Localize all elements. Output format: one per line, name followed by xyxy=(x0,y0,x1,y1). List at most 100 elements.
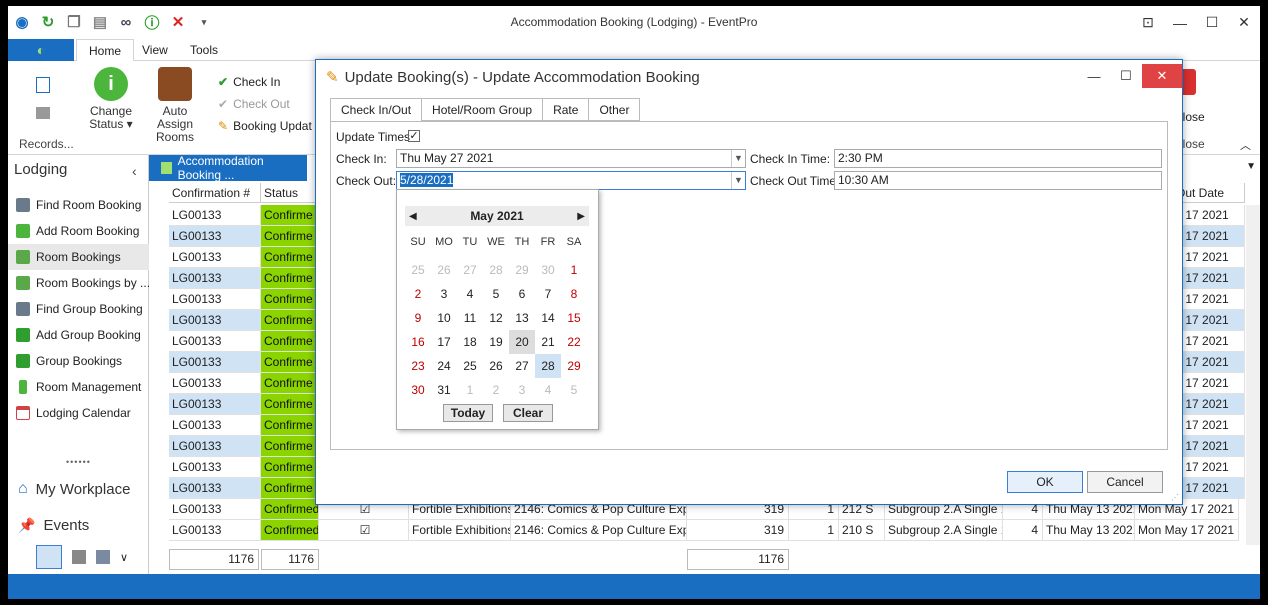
calendar-day[interactable]: 29 xyxy=(509,258,535,282)
calendar-day[interactable]: 22 xyxy=(561,330,587,354)
table-row[interactable]: LG00133 Confirme xyxy=(169,247,319,268)
check-in-time-field[interactable]: 2:30 PM xyxy=(834,149,1162,168)
table-row[interactable]: LG00133 Confirmed ☑ Fortible Exhibitions… xyxy=(169,520,1239,541)
table-row[interactable]: LG00133 Confirme xyxy=(169,457,319,478)
splitter-grip[interactable]: •••••• xyxy=(66,457,91,467)
calendar-day[interactable]: 15 xyxy=(561,306,587,330)
change-status-button[interactable]: i Change Status ▾ xyxy=(88,67,134,131)
checkbox-icon[interactable]: ☑ xyxy=(319,520,409,541)
tab-hotel-room-group[interactable]: Hotel/Room Group xyxy=(422,98,544,121)
check-in-button[interactable]: ✔ Check In xyxy=(218,75,280,89)
calendar-day[interactable]: 30 xyxy=(535,258,561,282)
calendar-day[interactable]: 27 xyxy=(509,354,535,378)
calendar-day[interactable]: 18 xyxy=(457,330,483,354)
check-in-date-field[interactable]: Thu May 27 2021 ▼ xyxy=(396,149,746,168)
table-row[interactable]: LG00133 Confirme xyxy=(169,331,319,352)
booking-update-button[interactable]: ✎ Booking Updat xyxy=(218,119,312,133)
header-confirmation[interactable]: Confirmation # xyxy=(169,183,261,203)
calendar-day[interactable]: 4 xyxy=(457,282,483,306)
chevron-down-icon[interactable]: ▼ xyxy=(731,172,745,189)
tab-list-dropdown-icon[interactable]: ▼ xyxy=(1246,161,1256,172)
update-times-checkbox[interactable]: ✓ xyxy=(408,130,420,142)
tab-home[interactable]: Home xyxy=(76,39,135,62)
file-tab[interactable]: ◐ xyxy=(8,39,74,61)
calendar-day[interactable]: 1 xyxy=(561,258,587,282)
calendar-day[interactable]: 24 xyxy=(431,354,457,378)
calendar-day[interactable]: 2 xyxy=(483,378,509,402)
calendar-day[interactable]: 3 xyxy=(509,378,535,402)
minimize-button[interactable]: — xyxy=(1164,6,1196,39)
prev-month-icon[interactable]: ◀ xyxy=(409,211,417,222)
records-icon[interactable] xyxy=(36,77,50,93)
table-row[interactable]: LG00133 Confirme xyxy=(169,394,319,415)
calendar-day[interactable]: 28 xyxy=(483,258,509,282)
table-row[interactable]: LG00133 Confirme xyxy=(169,373,319,394)
table-row[interactable]: LG00133 Confirme xyxy=(169,436,319,457)
dialog-close-button[interactable]: ✕ xyxy=(1142,64,1182,88)
sidebar-item-add-group-booking[interactable]: Add Group Booking xyxy=(8,322,149,348)
calendar-day[interactable]: 17 xyxy=(431,330,457,354)
calendar-day[interactable]: 9 xyxy=(405,306,431,330)
clear-button[interactable]: Clear xyxy=(503,404,553,422)
auto-assign-rooms-button[interactable]: Auto Assign Rooms xyxy=(144,67,206,144)
resize-grip-icon[interactable]: ⋰ xyxy=(1171,493,1179,502)
sidebar-item-room-management[interactable]: Room Management xyxy=(8,374,149,400)
collapse-ribbon-icon[interactable]: ︿ xyxy=(1240,137,1251,153)
calendar-day[interactable]: 21 xyxy=(535,330,561,354)
tab-check-in-out[interactable]: Check In/Out xyxy=(330,98,423,122)
calendar-day[interactable]: 31 xyxy=(431,378,457,402)
check-out-date-field[interactable]: 5/28/2021 ▼ xyxy=(396,171,746,190)
calendar-day[interactable]: 19 xyxy=(483,330,509,354)
sidebar-item-find-group-booking[interactable]: Find Group Booking xyxy=(8,296,149,322)
sidebar-item-find-room-booking[interactable]: Find Room Booking xyxy=(8,192,149,218)
restore-layout-icon[interactable]: ⊡ xyxy=(1132,6,1164,39)
sidebar-item-room-bookings[interactable]: Room Bookings xyxy=(8,244,149,270)
header-out-date[interactable]: Out Date xyxy=(1173,183,1245,203)
calendar-day[interactable]: 30 xyxy=(405,378,431,402)
calendar-day[interactable]: 2 xyxy=(405,282,431,306)
tab-rate[interactable]: Rate xyxy=(543,98,590,121)
printer-icon[interactable] xyxy=(72,550,86,564)
check-out-button[interactable]: ✔ Check Out xyxy=(218,97,290,111)
calendar-day[interactable]: 7 xyxy=(535,282,561,306)
calendar-day[interactable]: 8 xyxy=(561,282,587,306)
calendar-day[interactable]: 3 xyxy=(431,282,457,306)
tab-view[interactable]: View xyxy=(130,39,180,61)
dialog-maximize-button[interactable]: ☐ xyxy=(1110,64,1142,88)
bookings-view-icon[interactable] xyxy=(36,545,62,569)
chevron-down-icon[interactable]: ▼ xyxy=(731,150,745,167)
today-button[interactable]: Today xyxy=(443,404,493,422)
calendar-day[interactable]: 29 xyxy=(561,354,587,378)
sidebar-item-lodging-calendar[interactable]: Lodging Calendar xyxy=(8,400,149,426)
calendar-day[interactable]: 28 xyxy=(535,354,561,378)
calendar-day[interactable]: 27 xyxy=(457,258,483,282)
building-icon[interactable] xyxy=(96,550,110,564)
table-row[interactable]: LG00133 Confirme xyxy=(169,268,319,289)
cancel-button[interactable]: Cancel xyxy=(1087,471,1163,493)
records-stack-icon[interactable] xyxy=(36,107,50,119)
tab-tools[interactable]: Tools xyxy=(178,39,230,61)
collapse-sidebar-icon[interactable]: ‹ xyxy=(132,163,137,179)
ok-button[interactable]: OK xyxy=(1007,471,1083,493)
close-button[interactable]: ✕ xyxy=(1228,6,1260,39)
nav-my-workplace[interactable]: ⌂ My Workplace xyxy=(18,480,130,498)
sidebar-item-room-bookings-by[interactable]: Room Bookings by ... xyxy=(8,270,149,296)
calendar-day[interactable]: 23 xyxy=(405,354,431,378)
chevron-down-icon[interactable]: ∨ xyxy=(120,551,128,564)
calendar-day[interactable]: 13 xyxy=(509,306,535,330)
calendar-day[interactable]: 25 xyxy=(405,258,431,282)
calendar-day[interactable]: 26 xyxy=(431,258,457,282)
next-month-icon[interactable]: ▶ xyxy=(577,211,585,222)
nav-events[interactable]: 📌 Events xyxy=(18,517,89,534)
calendar-day[interactable]: 5 xyxy=(561,378,587,402)
tab-other[interactable]: Other xyxy=(589,98,641,121)
header-status[interactable]: Status xyxy=(261,183,319,203)
table-row[interactable]: LG00133 Confirme xyxy=(169,289,319,310)
table-row[interactable]: LG00133 Confirme xyxy=(169,205,319,226)
calendar-day[interactable]: 5 xyxy=(483,282,509,306)
calendar-day[interactable]: 10 xyxy=(431,306,457,330)
table-row[interactable]: LG00133 Confirme xyxy=(169,226,319,247)
table-row[interactable]: LG00133 Confirme xyxy=(169,310,319,331)
calendar-day[interactable]: 6 xyxy=(509,282,535,306)
table-row[interactable]: LG00133 Confirme xyxy=(169,478,319,499)
